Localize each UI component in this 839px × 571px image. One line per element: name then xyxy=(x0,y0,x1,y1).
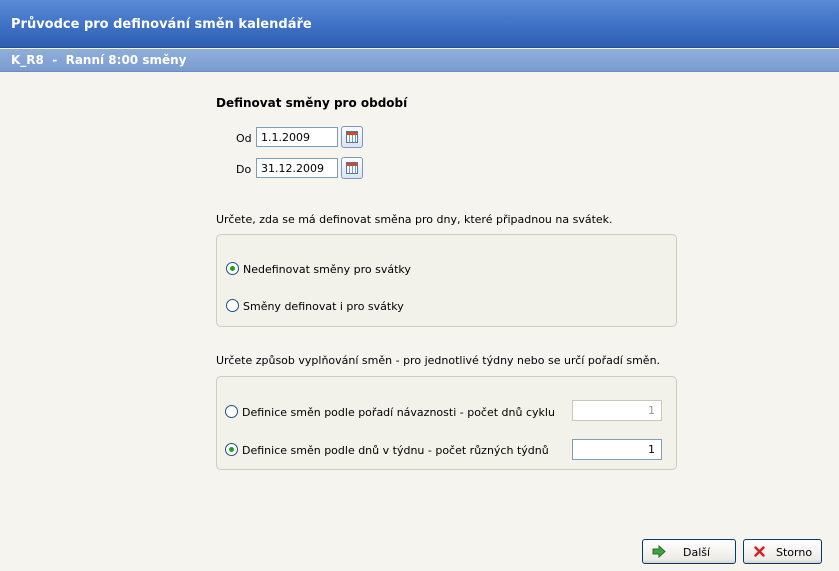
cycle-days-input[interactable] xyxy=(572,400,662,421)
next-button[interactable]: Další xyxy=(642,539,736,564)
cancel-label: Storno xyxy=(776,546,813,559)
next-label: Další xyxy=(683,546,711,559)
holidays-group xyxy=(216,234,677,327)
sequence-mode-label[interactable]: Definice směn podle pořadí návaznosti - … xyxy=(242,406,555,419)
calendar-name: K_R8 - Ranní 8:00 směny xyxy=(11,53,187,67)
period-heading: Definovat směny pro období xyxy=(216,96,408,110)
from-calendar-button[interactable] xyxy=(341,126,363,148)
holiday-shifts-radio[interactable] xyxy=(226,299,239,312)
weekday-mode-label[interactable]: Definice směn podle dnů v týdnu - počet … xyxy=(242,444,549,457)
no-holiday-shifts-label[interactable]: Nedefinovat směny pro svátky xyxy=(243,263,411,276)
title-bar: Průvodce pro definování směn kalendáře xyxy=(0,0,839,48)
x-cancel-icon xyxy=(754,546,765,557)
arrow-right-icon xyxy=(652,545,666,558)
cancel-button[interactable]: Storno xyxy=(743,539,822,564)
calendar-icon xyxy=(346,162,358,174)
sequence-mode-radio[interactable] xyxy=(225,405,238,418)
window-title: Průvodce pro definování směn kalendáře xyxy=(11,17,312,32)
calendar-icon xyxy=(346,131,358,143)
to-label: Do xyxy=(236,163,252,176)
to-date-input[interactable] xyxy=(256,158,338,178)
holiday-shifts-label[interactable]: Směny definovat i pro svátky xyxy=(243,300,404,313)
from-label: Od xyxy=(236,132,252,145)
weekday-mode-radio[interactable] xyxy=(225,443,238,456)
week-count-input[interactable] xyxy=(572,439,662,460)
from-date-input[interactable] xyxy=(256,127,338,147)
no-holiday-shifts-radio[interactable] xyxy=(226,262,239,275)
header-bar: K_R8 - Ranní 8:00 směny xyxy=(0,49,839,72)
holidays-prompt: Určete, zda se má definovat směna pro dn… xyxy=(216,213,613,226)
fill-mode-prompt: Určete způsob vyplňování směn - pro jedn… xyxy=(216,354,661,367)
to-calendar-button[interactable] xyxy=(341,157,363,179)
